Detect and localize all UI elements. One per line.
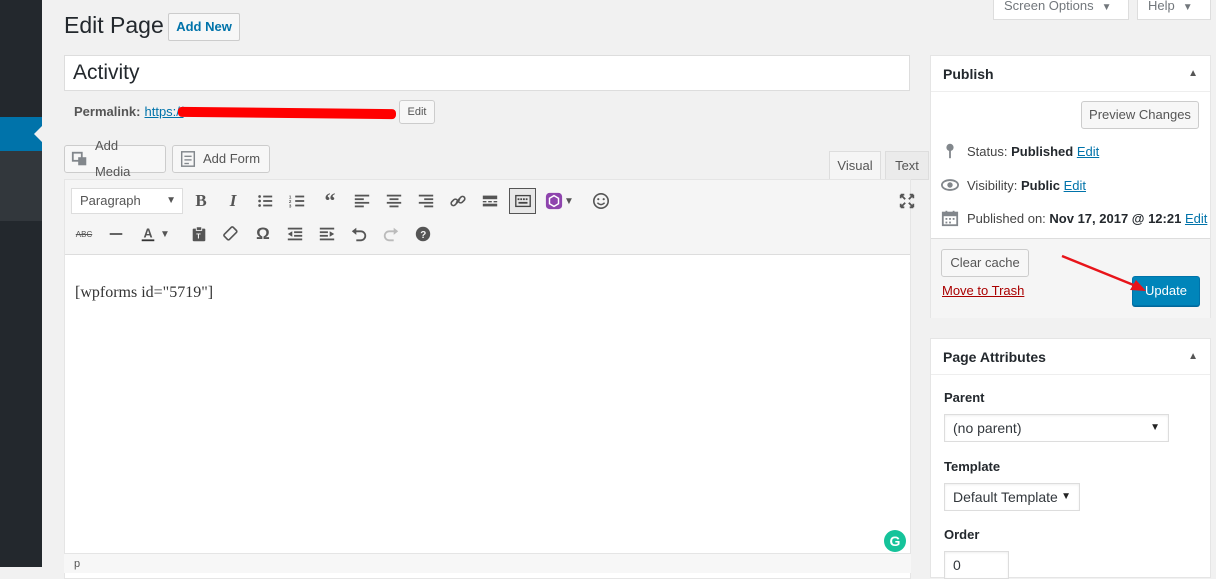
- editor-content[interactable]: [wpforms id="5719"]: [75, 284, 213, 302]
- admin-submenu: [0, 151, 42, 221]
- svg-text:3: 3: [289, 203, 292, 208]
- emoji-icon[interactable]: [589, 189, 613, 213]
- editor-path-bar: p: [64, 553, 911, 573]
- page-attributes-box: Page Attributes ▲: [930, 338, 1211, 578]
- caret-down-icon: ▼: [1101, 2, 1112, 13]
- fullscreen-icon[interactable]: [895, 189, 919, 213]
- editor-area: Paragraph ▼ B I 123 “ ▼ ABC A ▼ T Ω ? [w…: [64, 179, 915, 579]
- add-new-button[interactable]: Add New: [168, 13, 240, 41]
- add-form-label: Add Form: [203, 151, 261, 166]
- align-left-icon[interactable]: [350, 189, 374, 213]
- template-select[interactable]: Default Template ▼: [944, 483, 1080, 511]
- caret-down-icon: ▼: [1182, 2, 1193, 13]
- grammarly-icon[interactable]: G: [884, 530, 906, 552]
- tab-text[interactable]: Text: [885, 151, 929, 180]
- published-date-row: Published on: Nov 17, 2017 @ 12:21 Edit: [941, 209, 1207, 227]
- parent-label: Parent: [944, 390, 985, 405]
- page-title: Edit Page: [64, 12, 164, 38]
- template-select-value: Default Template: [953, 489, 1058, 505]
- align-right-icon[interactable]: [414, 189, 438, 213]
- italic-icon[interactable]: I: [221, 189, 245, 213]
- help-label: Help: [1148, 0, 1175, 13]
- format-select[interactable]: Paragraph ▼: [71, 188, 183, 214]
- read-more-icon[interactable]: [478, 189, 502, 213]
- indent-icon[interactable]: [315, 222, 339, 246]
- visibility-row: Visibility: Public Edit: [941, 176, 1086, 194]
- add-media-button[interactable]: Add Media: [64, 138, 166, 179]
- publish-title: Publish: [943, 66, 994, 82]
- page-attributes-title: Page Attributes: [943, 349, 1046, 365]
- admin-menu-active-item[interactable]: [0, 117, 42, 151]
- template-label: Template: [944, 459, 1001, 474]
- order-label: Order: [944, 527, 980, 542]
- eye-icon: [941, 179, 959, 191]
- calendar-icon: [941, 210, 959, 227]
- undo-icon[interactable]: [347, 222, 371, 246]
- status-edit-link[interactable]: Edit: [1077, 144, 1099, 159]
- annotation-arrow-icon: [1061, 254, 1146, 291]
- status-row: Status: Published Edit: [941, 142, 1099, 160]
- post-title-input[interactable]: Activity: [64, 55, 910, 91]
- visibility-edit-link[interactable]: Edit: [1064, 178, 1086, 193]
- pin-icon: [946, 143, 954, 159]
- screen-options-label: Screen Options: [1004, 0, 1094, 13]
- date-edit-link[interactable]: Edit: [1185, 211, 1207, 226]
- page-attributes-header[interactable]: Page Attributes ▲: [931, 339, 1210, 375]
- blockquote-icon[interactable]: “: [318, 188, 342, 213]
- redo-icon: [379, 222, 403, 246]
- parent-select-value: (no parent): [953, 420, 1022, 436]
- caret-down-icon: ▼: [1150, 422, 1160, 433]
- tab-visual[interactable]: Visual: [829, 151, 881, 180]
- svg-text:?: ?: [420, 230, 426, 241]
- preview-changes-button[interactable]: Preview Changes: [1081, 101, 1199, 129]
- outdent-icon[interactable]: [283, 222, 307, 246]
- caret-down-icon: ▼: [1061, 491, 1071, 502]
- link-icon[interactable]: [446, 189, 470, 213]
- publish-box-header[interactable]: Publish ▲: [931, 56, 1210, 92]
- clear-formatting-icon[interactable]: [219, 222, 243, 246]
- editor-toolbar: Paragraph ▼ B I 123 “ ▼ ABC A ▼ T Ω ?: [65, 180, 915, 255]
- bold-icon[interactable]: B: [189, 189, 213, 213]
- caret-down-icon[interactable]: ▼: [562, 189, 576, 213]
- permalink-row: Permalink: https://: [74, 104, 184, 119]
- form-icon: [180, 151, 196, 167]
- numbered-list-icon[interactable]: 123: [285, 189, 309, 213]
- collapse-arrow-icon[interactable]: ▲: [1188, 56, 1198, 92]
- permalink-edit-button[interactable]: Edit: [399, 100, 435, 124]
- media-icon: [71, 151, 87, 166]
- permalink-label: Permalink:: [74, 104, 141, 119]
- paste-text-icon[interactable]: T: [187, 222, 211, 246]
- help-tab[interactable]: Help ▼: [1137, 0, 1211, 20]
- caret-down-icon[interactable]: ▼: [158, 222, 172, 246]
- help-icon[interactable]: ?: [411, 222, 435, 246]
- toolbar-toggle-icon[interactable]: [509, 188, 536, 214]
- text-color-icon[interactable]: A: [136, 222, 160, 246]
- move-to-trash-link[interactable]: Move to Trash: [942, 283, 1024, 298]
- status-text: Status: Published Edit: [967, 143, 1100, 159]
- visibility-text: Visibility: Public Edit: [967, 177, 1087, 193]
- screen-options-tab[interactable]: Screen Options ▼: [993, 0, 1129, 20]
- add-form-button[interactable]: Add Form: [172, 145, 270, 173]
- redaction-mark: [177, 106, 397, 120]
- svg-text:A: A: [144, 227, 153, 241]
- align-center-icon[interactable]: [382, 189, 406, 213]
- svg-text:T: T: [196, 232, 201, 241]
- bullet-list-icon[interactable]: [253, 189, 277, 213]
- clear-cache-button[interactable]: Clear cache: [941, 249, 1029, 277]
- strikethrough-icon[interactable]: ABC: [72, 222, 96, 246]
- horizontal-line-icon[interactable]: [104, 222, 128, 246]
- collapse-arrow-icon[interactable]: ▲: [1188, 339, 1198, 375]
- caret-down-icon: ▼: [166, 195, 176, 206]
- format-select-value: Paragraph: [80, 193, 141, 208]
- parent-select[interactable]: (no parent) ▼: [944, 414, 1169, 442]
- order-input[interactable]: 0: [944, 551, 1009, 579]
- add-media-label: Add Media: [94, 138, 131, 179]
- published-date-text: Published on: Nov 17, 2017 @ 12:21 Edit: [967, 210, 1208, 226]
- admin-sidebar: [0, 0, 42, 567]
- special-character-icon[interactable]: Ω: [251, 222, 275, 246]
